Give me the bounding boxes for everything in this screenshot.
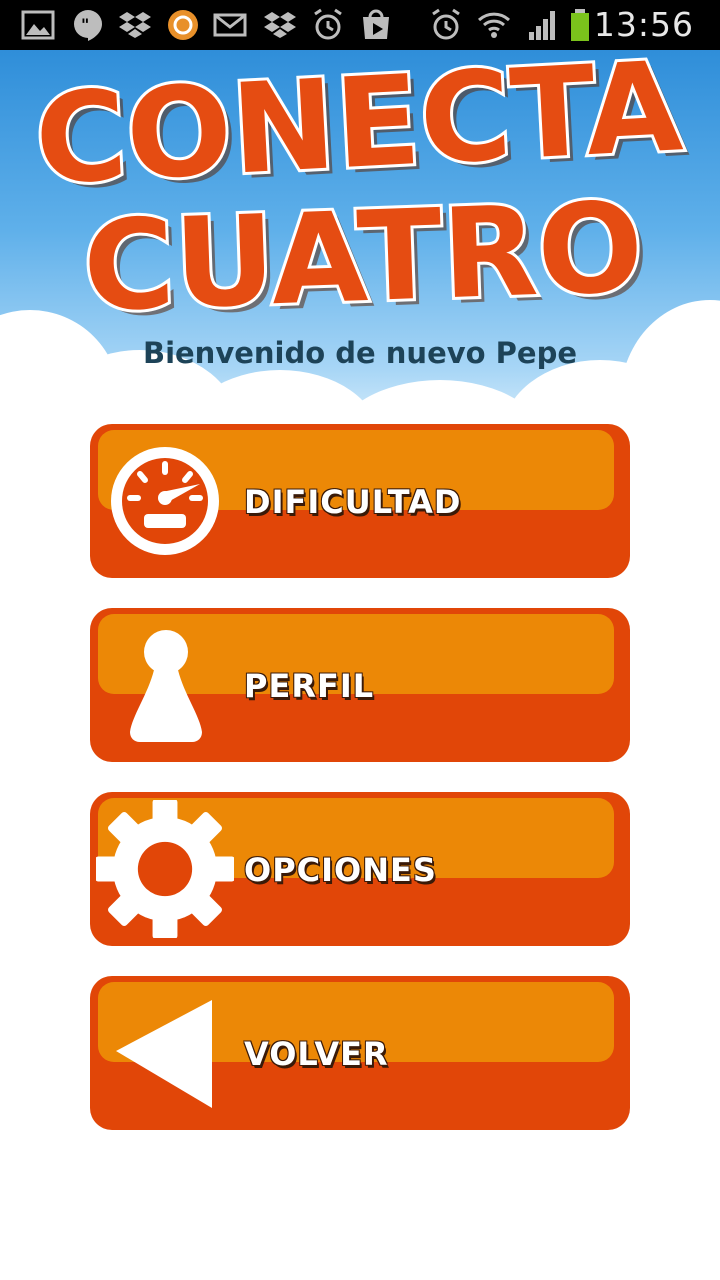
status-bar: " 13:56 (0, 0, 720, 50)
back-label: VOLVER (244, 1035, 389, 1073)
alarm-icon (310, 7, 346, 43)
back-arrow-icon (116, 1000, 212, 1108)
profile-label: PERFIL (244, 667, 375, 705)
hangouts-icon: " (70, 7, 106, 43)
wifi-icon (476, 7, 512, 43)
gallery-icon (20, 7, 56, 43)
speedometer-icon (111, 447, 219, 555)
user-icon (130, 630, 202, 742)
signal-icon (524, 7, 560, 43)
svg-text:": " (81, 15, 89, 34)
options-label: OPCIONES (244, 851, 437, 889)
welcome-message: Bienvenido de nuevo Pepe (142, 336, 578, 370)
avast-icon (165, 7, 201, 43)
battery-icon (562, 7, 598, 43)
mail-icon (212, 7, 248, 43)
alarm-clock-icon (428, 7, 464, 43)
difficulty-label: DIFICULTAD (244, 483, 462, 521)
options-button[interactable]: OPCIONES (90, 792, 630, 946)
gear-icon (96, 800, 234, 938)
title-line2: CUATRO (81, 176, 645, 330)
app-title: CONECTA CONECTA CUATRO CUATRO (29, 50, 692, 330)
profile-button[interactable]: PERFIL (90, 608, 630, 762)
dropbox-icon (262, 7, 298, 43)
status-clock: 13:56 (593, 5, 694, 44)
difficulty-button[interactable]: DIFICULTAD (90, 424, 630, 578)
back-button[interactable]: VOLVER (90, 976, 630, 1130)
play-store-icon (358, 7, 394, 43)
dropbox-icon (117, 7, 153, 43)
